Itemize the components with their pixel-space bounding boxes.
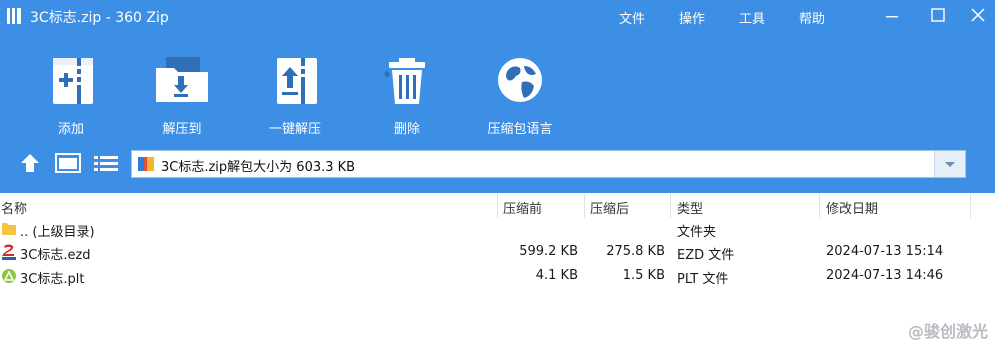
- extract-to-button[interactable]: 解压到: [137, 52, 227, 138]
- modified-date: 2024-07-13 14:46: [826, 268, 944, 283]
- compressed-after: 1.5 KB: [622, 268, 665, 283]
- column-divider: [970, 194, 971, 218]
- column-type[interactable]: 类型: [677, 198, 703, 217]
- list-item[interactable]: 3C标志.plt 4.1 KB 1.5 KB PLT 文件 2024-07-13…: [0, 265, 995, 287]
- maximize-button[interactable]: [926, 4, 950, 28]
- modified-date: 2024-07-13 15:14: [826, 244, 944, 259]
- file-type: EZD 文件: [677, 248, 735, 263]
- file-name: .. (上级目录): [20, 225, 95, 240]
- watermark: @骏创激光: [907, 322, 988, 341]
- minimize-button[interactable]: [880, 4, 904, 28]
- add-button[interactable]: 添加: [26, 52, 116, 138]
- thumbnail-view-icon[interactable]: [55, 151, 81, 175]
- delete-button[interactable]: 删除: [362, 52, 452, 138]
- list-item[interactable]: 3C标志.ezd 599.2 KB 275.8 KB EZD 文件 2024-0…: [0, 241, 995, 263]
- column-compressed-before[interactable]: 压缩前: [503, 198, 542, 217]
- one-click-extract-icon: [277, 58, 317, 104]
- column-name[interactable]: 名称: [1, 198, 27, 217]
- address-dropdown-button[interactable]: [934, 151, 965, 177]
- plt-file-icon: [2, 269, 16, 283]
- language-pack-label: 压缩包语言: [487, 122, 553, 137]
- menu-operation[interactable]: 操作: [679, 8, 705, 27]
- folder-extract-icon: [156, 57, 208, 102]
- list-item[interactable]: .. (上级目录) 文件夹: [0, 218, 995, 240]
- list-view-icon[interactable]: [93, 151, 119, 175]
- one-click-extract-label: 一键解压: [268, 122, 321, 137]
- compressed-after: 275.8 KB: [606, 244, 665, 259]
- column-modified[interactable]: 修改日期: [826, 198, 878, 217]
- column-divider: [584, 194, 585, 218]
- ezcad-file-icon: [2, 244, 16, 260]
- column-divider: [819, 194, 820, 218]
- zip-archive-icon: [138, 157, 154, 171]
- extract-to-label: 解压到: [162, 122, 202, 137]
- compressed-before: 599.2 KB: [519, 244, 578, 259]
- file-type: 文件夹: [677, 225, 717, 240]
- file-name: 3C标志.ezd: [20, 248, 91, 263]
- folder-icon: [2, 223, 16, 235]
- window-title: 3C标志.zip - 360 Zip: [30, 10, 169, 26]
- menu-tools[interactable]: 工具: [739, 8, 765, 27]
- file-type: PLT 文件: [677, 272, 729, 287]
- address-bar[interactable]: 3C标志.zip解包大小为 603.3 KB: [131, 150, 966, 178]
- chevron-down-icon: [945, 162, 955, 167]
- up-arrow-icon[interactable]: [18, 151, 42, 175]
- title-bar: 3C标志.zip - 360 Zip 文件 操作 工具 帮助: [0, 0, 995, 32]
- one-click-extract-button[interactable]: 一键解压: [250, 52, 340, 138]
- language-pack-button[interactable]: 压缩包语言: [475, 52, 565, 138]
- app-icon: [7, 8, 21, 24]
- column-divider: [497, 194, 498, 218]
- compressed-before: 4.1 KB: [535, 268, 578, 283]
- trash-icon: [384, 58, 425, 104]
- menu-help[interactable]: 帮助: [799, 8, 825, 27]
- column-divider: [670, 194, 671, 218]
- menu-file[interactable]: 文件: [619, 8, 645, 27]
- delete-label: 删除: [393, 122, 420, 137]
- file-name: 3C标志.plt: [20, 272, 85, 287]
- address-text: 3C标志.zip解包大小为 603.3 KB: [161, 160, 356, 175]
- close-button[interactable]: [966, 4, 990, 28]
- column-compressed-after[interactable]: 压缩后: [590, 198, 629, 217]
- add-label: 添加: [57, 122, 84, 137]
- add-icon: [53, 58, 93, 104]
- globe-icon: [498, 58, 542, 102]
